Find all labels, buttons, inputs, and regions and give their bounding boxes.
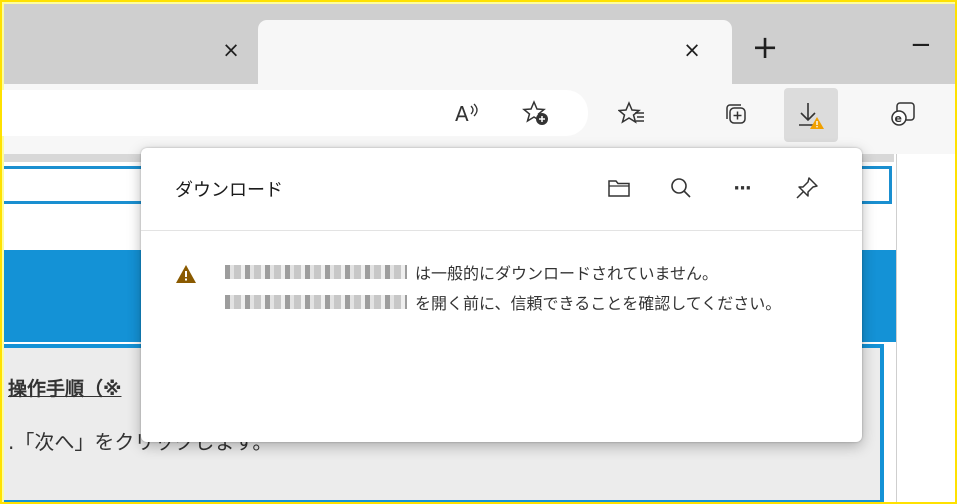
tab-strip: × × + − [4, 4, 957, 88]
svg-text:e: e [895, 112, 902, 125]
tab-active[interactable]: × [258, 20, 732, 88]
open-folder-icon[interactable] [603, 172, 635, 204]
step-heading: 操作手順（※ [8, 378, 122, 400]
address-bar[interactable]: A [0, 90, 588, 136]
warning-message-line2: を開く前に、信頼できることを確認してください。 [225, 290, 781, 314]
search-icon[interactable] [665, 172, 697, 204]
favorites-icon[interactable] [610, 92, 654, 136]
read-aloud-icon[interactable]: A [444, 91, 488, 135]
warning-text-1: は一般的にダウンロードされていません。 [415, 264, 719, 283]
new-tab-button[interactable]: + [745, 28, 785, 68]
page-scroll-area[interactable] [896, 154, 902, 504]
more-options-icon[interactable]: ··· [726, 172, 758, 204]
ie-mode-icon[interactable]: e [882, 92, 926, 136]
close-tab-icon[interactable]: × [680, 38, 704, 62]
collections-icon[interactable] [714, 92, 758, 136]
browser-toolbar: A e [0, 84, 957, 154]
pin-icon[interactable] [791, 172, 823, 204]
downloads-icon[interactable] [784, 88, 838, 142]
downloads-flyout: ダウンロード ··· は一般的にダウンロードされていません。 を開く前に、信頼で… [141, 148, 862, 442]
flyout-title: ダウンロード [175, 180, 283, 201]
add-favorite-icon[interactable] [514, 91, 558, 135]
svg-text:A: A [455, 102, 469, 126]
close-tab-icon[interactable]: × [219, 38, 243, 62]
tab-inactive[interactable]: × [4, 18, 256, 84]
minimize-button[interactable]: − [910, 30, 932, 60]
warning-text-2: を開く前に、信頼できることを確認してください。 [415, 294, 782, 313]
blurred-filename[interactable] [225, 295, 407, 309]
flyout-divider [141, 230, 862, 231]
warning-message-line1: は一般的にダウンロードされていません。 [225, 260, 718, 284]
blurred-filename[interactable] [225, 265, 407, 279]
warning-icon [175, 264, 197, 288]
